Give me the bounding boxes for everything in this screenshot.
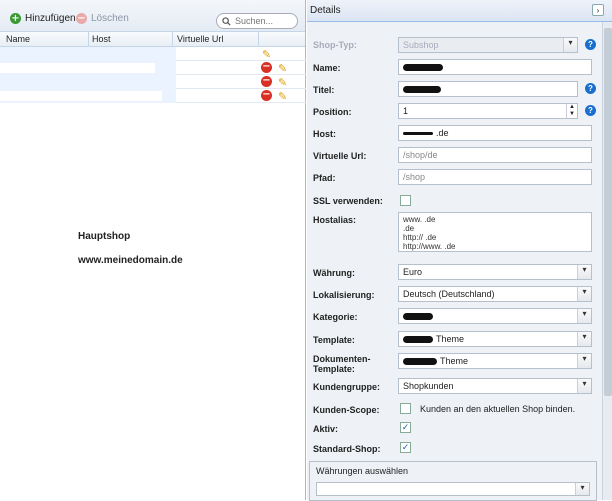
scrollbar-thumb[interactable] — [604, 28, 612, 396]
label-host: Host: — [313, 129, 336, 139]
table-row[interactable]: − ✎ — [0, 61, 306, 75]
label-dokumenten: Dokumenten- — [313, 354, 371, 364]
help-icon[interactable]: ? — [585, 83, 596, 94]
column-virtual-url[interactable]: Virtuelle Url — [177, 34, 223, 44]
label-ssl: SSL verwenden: — [313, 196, 383, 206]
shop-typ-select: Subshop ▾ — [398, 37, 578, 53]
virtuelle-url-field[interactable]: /shop/de — [398, 147, 592, 163]
column-name[interactable]: Name — [6, 34, 30, 44]
chevron-down-icon[interactable]: ▾ — [577, 287, 591, 301]
chevron-down-icon[interactable]: ▾ — [577, 354, 591, 368]
add-icon: + — [10, 12, 21, 24]
delete-row-icon[interactable]: − — [261, 90, 272, 101]
lokalisierung-select[interactable]: Deutsch (Deutschland) ▾ — [398, 286, 592, 302]
chevron-down-icon: ▾ — [563, 38, 577, 52]
details-panel: Details › Shop-Typ: Subshop ▾ ? Name: Ti… — [307, 0, 612, 501]
table-row[interactable]: ✎ — [0, 47, 306, 61]
redacted-text — [403, 357, 437, 365]
label-waehrung: Währung: — [313, 268, 355, 278]
label-shop-typ: Shop-Typ: — [313, 40, 357, 50]
note-domain: www.meinedomain.de — [78, 255, 183, 266]
standard-shop-checkbox[interactable]: ✓ — [400, 442, 411, 453]
label-template: Template: — [313, 335, 355, 345]
details-title: Details — [310, 5, 341, 16]
redacted-text — [0, 63, 155, 73]
redacted-text — [0, 91, 162, 101]
edit-icon[interactable]: ✎ — [278, 62, 287, 75]
delete-icon: − — [76, 12, 87, 24]
search-input[interactable] — [235, 16, 295, 26]
aktiv-checkbox[interactable]: ✓ — [400, 422, 411, 433]
spinner-icon[interactable]: ▲ ▼ — [566, 104, 577, 118]
label-kundengruppe: Kundengruppe: — [313, 382, 380, 392]
note-hauptshop: Hauptshop — [78, 231, 131, 242]
scrollbar[interactable] — [602, 22, 612, 500]
table-row[interactable]: − ✎ — [0, 89, 306, 103]
grid-header: Name Host Virtuelle Url — [0, 32, 305, 47]
chevron-down-icon[interactable]: ▾ — [577, 379, 591, 393]
search-icon — [222, 16, 231, 26]
delete-row-icon[interactable]: − — [261, 76, 272, 87]
pfad-field[interactable]: /shop — [398, 169, 592, 185]
hostalias-textarea[interactable]: www. .de .de http:// .de http://www. .de — [398, 212, 592, 252]
titel-field[interactable] — [398, 81, 578, 97]
redacted-text — [403, 63, 443, 71]
shop-list-panel: + Hinzufügen − Löschen Name Host Virtuel… — [0, 0, 306, 500]
edit-icon[interactable]: ✎ — [278, 90, 287, 103]
label-kunden-scope: Kunden-Scope: — [313, 405, 380, 415]
table-row[interactable]: − ✎ — [0, 75, 306, 89]
label-hostalias: Hostalias: — [313, 215, 357, 225]
label-standard-shop: Standard-Shop: — [313, 444, 381, 454]
ssl-checkbox[interactable] — [400, 195, 411, 206]
kunden-scope-text: Kunden an den aktuellen Shop binden. — [420, 404, 576, 414]
add-label: Hinzufügen — [25, 12, 76, 24]
help-icon[interactable]: ? — [585, 105, 596, 116]
delete-button[interactable]: − Löschen — [76, 9, 129, 27]
waehrungen-select[interactable]: ▾ — [316, 482, 590, 496]
redacted-text — [403, 312, 433, 320]
chevron-down-icon[interactable]: ▾ — [577, 265, 591, 279]
delete-row-icon[interactable]: − — [261, 62, 272, 73]
kunden-scope-checkbox[interactable] — [400, 403, 411, 414]
chevron-down-icon[interactable]: ▾ — [575, 483, 589, 495]
name-field[interactable] — [398, 59, 592, 75]
list-toolbar: + Hinzufügen − Löschen — [0, 0, 305, 32]
waehrung-select[interactable]: Euro ▾ — [398, 264, 592, 280]
redacted-text — [403, 85, 441, 93]
edit-icon[interactable]: ✎ — [262, 48, 271, 61]
waehrungen-legend: Währungen auswählen — [316, 466, 409, 476]
redacted-text — [403, 131, 433, 135]
kundengruppe-select[interactable]: Shopkunden ▾ — [398, 378, 592, 394]
label-aktiv: Aktiv: — [313, 424, 339, 434]
label-dokumenten-template: Template: — [313, 364, 355, 374]
delete-label: Löschen — [91, 12, 129, 24]
label-kategorie: Kategorie: — [313, 312, 358, 322]
details-form: Shop-Typ: Subshop ▾ ? Name: Titel: ? Pos… — [307, 22, 602, 500]
column-host[interactable]: Host — [92, 34, 111, 44]
collapse-icon[interactable]: › — [592, 4, 604, 16]
chevron-down-icon[interactable]: ▾ — [577, 309, 591, 323]
label-titel: Titel: — [313, 85, 335, 95]
details-header: Details › — [307, 0, 612, 22]
help-icon[interactable]: ? — [585, 39, 596, 50]
position-field[interactable]: 1 ▲ ▼ — [398, 103, 578, 119]
add-button[interactable]: + Hinzufügen — [10, 9, 76, 27]
label-pfad: Pfad: — [313, 173, 336, 183]
label-lokalisierung: Lokalisierung: — [313, 290, 375, 300]
template-select[interactable]: Theme ▾ — [398, 331, 592, 347]
kategorie-select[interactable]: ▾ — [398, 308, 592, 324]
waehrungen-fieldset: Währungen auswählen ▾ — [309, 461, 597, 501]
label-virtuelle-url: Virtuelle Url: — [313, 151, 367, 161]
label-position: Position: — [313, 107, 352, 117]
edit-icon[interactable]: ✎ — [278, 76, 287, 89]
search-box[interactable] — [216, 13, 298, 29]
host-field[interactable]: .de — [398, 125, 592, 141]
chevron-down-icon[interactable]: ▾ — [577, 332, 591, 346]
dokumenten-template-select[interactable]: Theme ▾ — [398, 353, 592, 369]
label-name: Name: — [313, 63, 341, 73]
redacted-text — [403, 335, 433, 343]
